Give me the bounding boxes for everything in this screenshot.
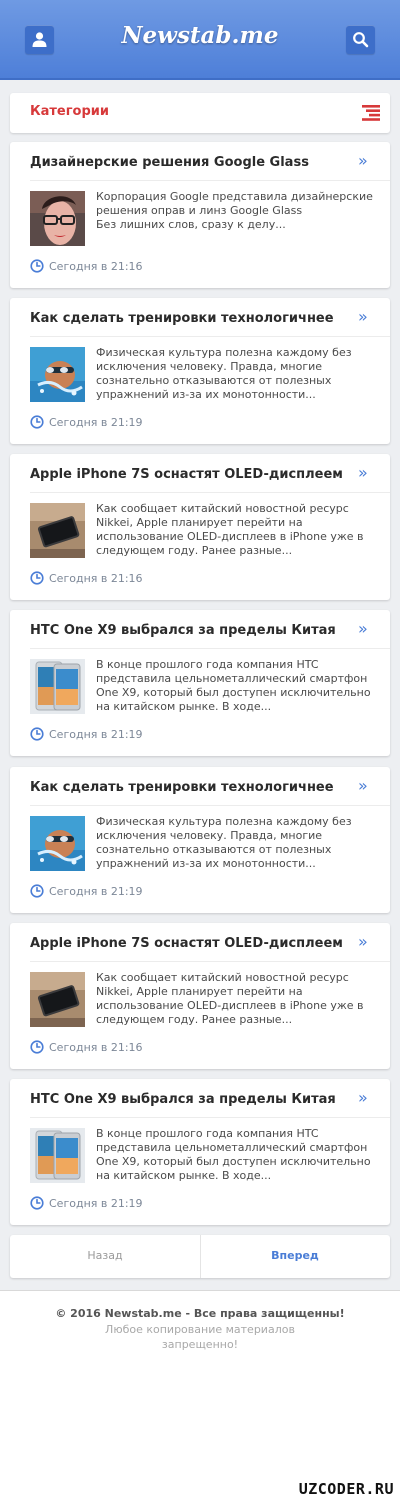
news-thumbnail[interactable]	[30, 816, 85, 871]
divider	[30, 805, 390, 806]
news-thumbnail[interactable]	[30, 503, 85, 558]
divider	[30, 1117, 390, 1118]
search-icon	[353, 32, 369, 48]
news-title[interactable]: Apple iPhone 7S оснастят OLED-дисплеем	[30, 936, 343, 951]
news-card[interactable]: Как сделать тренировки технологичнее » Фи…	[10, 767, 390, 913]
news-excerpt: Как сообщает китайский новостной ресурс …	[96, 971, 364, 1026]
pagination: Назад Вперед	[10, 1235, 390, 1278]
news-excerpt: Корпорация Google представила дизайнерск…	[96, 190, 373, 231]
news-title[interactable]: Как сделать тренировки технологичнее	[30, 311, 334, 326]
news-excerpt: Физическая культура полезна каждому без …	[96, 346, 352, 401]
clock-icon	[30, 571, 44, 585]
news-excerpt: В конце прошлого года компания HTC предс…	[96, 658, 371, 713]
news-time: Сегодня в 21:19	[49, 728, 143, 741]
header: Newstab.me	[0, 0, 400, 80]
chevron-right-icon[interactable]: »	[358, 464, 368, 482]
divider	[30, 492, 390, 493]
site-logo[interactable]: Newstab.me	[0, 22, 400, 49]
news-excerpt: Физическая культура полезна каждому без …	[96, 815, 352, 870]
news-title[interactable]: Как сделать тренировки технологичнее	[30, 780, 334, 795]
news-card[interactable]: Как сделать тренировки технологичнее » Фи…	[10, 298, 390, 444]
news-card[interactable]: HTC One X9 выбрался за пределы Китая » В …	[10, 1079, 390, 1225]
footer-note: Любое копирование материалов запрещенно!	[0, 1322, 400, 1352]
news-thumbnail[interactable]	[30, 972, 85, 1027]
clock-icon	[30, 415, 44, 429]
divider	[30, 336, 390, 337]
chevron-right-icon[interactable]: »	[358, 777, 368, 795]
clock-icon	[30, 259, 44, 273]
chevron-right-icon[interactable]: »	[358, 308, 368, 326]
news-thumbnail[interactable]	[30, 347, 85, 402]
news-title[interactable]: Дизайнерские решения Google Glass	[30, 155, 309, 170]
news-title[interactable]: Apple iPhone 7S оснастят OLED-дисплеем	[30, 467, 343, 482]
divider	[30, 180, 390, 181]
news-card[interactable]: HTC One X9 выбрался за пределы Китая » В …	[10, 610, 390, 756]
news-excerpt: В конце прошлого года компания HTC предс…	[96, 1127, 371, 1182]
news-thumbnail[interactable]	[30, 659, 85, 714]
categories-bar[interactable]: Категории	[10, 93, 390, 133]
footer-copyright: © 2016 Newstab.me - Все права защищенны!	[55, 1307, 345, 1320]
next-page-button[interactable]: Вперед	[200, 1249, 390, 1262]
news-time: Сегодня в 21:19	[49, 885, 143, 898]
footer-note-line2: запрещенно!	[161, 1338, 239, 1351]
divider	[30, 648, 390, 649]
news-time: Сегодня в 21:19	[49, 416, 143, 429]
news-thumbnail[interactable]	[30, 191, 85, 246]
news-thumbnail[interactable]	[30, 1128, 85, 1183]
clock-icon	[30, 1196, 44, 1210]
news-card[interactable]: Apple iPhone 7S оснастят OLED-дисплеем» …	[10, 454, 390, 600]
clock-icon	[30, 727, 44, 741]
news-title[interactable]: HTC One X9 выбрался за пределы Китая	[30, 623, 336, 638]
menu-icon[interactable]	[362, 105, 380, 121]
search-button[interactable]	[346, 25, 375, 54]
news-title[interactable]: HTC One X9 выбрался за пределы Китая	[30, 1092, 336, 1107]
news-excerpt: Как сообщает китайский новостной ресурс …	[96, 502, 364, 557]
news-time: Сегодня в 21:19	[49, 1197, 143, 1210]
categories-label: Категории	[30, 104, 109, 119]
chevron-right-icon[interactable]: »	[358, 152, 368, 170]
prev-page-button[interactable]: Назад	[10, 1249, 200, 1262]
news-card[interactable]: Дизайнерские решения Google Glass » Корпо…	[10, 142, 390, 288]
chevron-right-icon[interactable]: »	[358, 1089, 368, 1107]
chevron-right-icon[interactable]: »	[358, 933, 368, 951]
footer-note-line1: Любое копирование материалов	[105, 1323, 295, 1336]
news-time: Сегодня в 21:16	[49, 572, 143, 585]
chevron-right-icon[interactable]: »	[358, 620, 368, 638]
watermark: UZCODER.RU	[298, 1480, 394, 1498]
clock-icon	[30, 1040, 44, 1054]
divider	[30, 961, 390, 962]
clock-icon	[30, 884, 44, 898]
footer: © 2016 Newstab.me - Все права защищенны!…	[0, 1290, 400, 1500]
news-time: Сегодня в 21:16	[49, 260, 143, 273]
news-time: Сегодня в 21:16	[49, 1041, 143, 1054]
news-card[interactable]: Apple iPhone 7S оснастят OLED-дисплеем» …	[10, 923, 390, 1069]
